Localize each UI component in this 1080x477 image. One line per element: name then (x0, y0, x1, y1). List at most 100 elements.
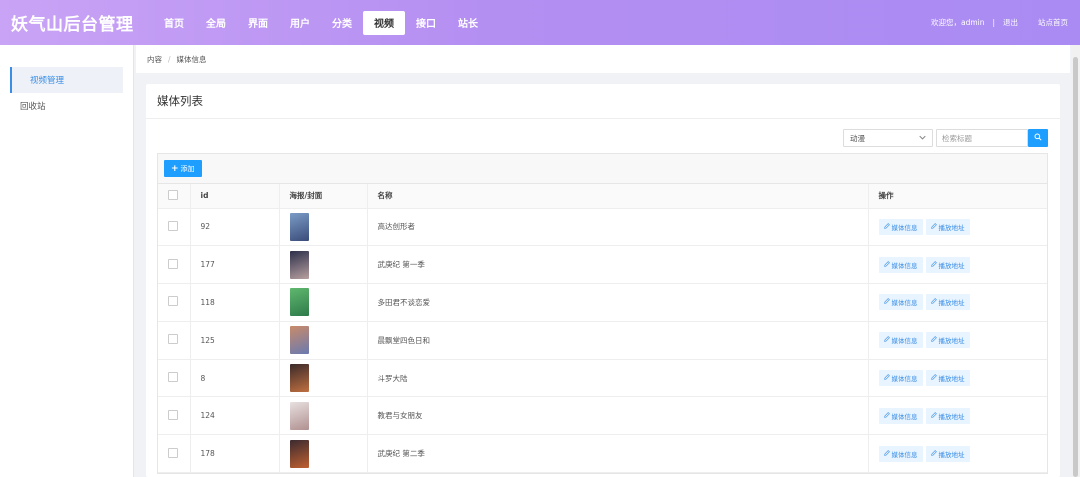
top-nav: 首页 全局 界面 用户 分类 视频 接口 站长 (153, 10, 489, 35)
row-checkbox[interactable] (168, 409, 178, 420)
row-actions: 媒体信息 播放地址 (868, 283, 1047, 322)
row-name: 武庚纪 第一季 (367, 245, 869, 285)
edit-pen-icon (883, 223, 890, 231)
media-table: id 海报/封面 名称 操作 92 高达创形者 媒体信息 播放地址 177 武庚纪 第一季… (158, 184, 1047, 474)
edit-pen-icon (930, 260, 937, 269)
row-poster-cell (279, 359, 368, 398)
nav-item-video[interactable]: 视频 (363, 10, 405, 35)
row-poster-cell (279, 245, 368, 285)
poster-thumbnail[interactable] (289, 288, 309, 317)
nav-item-home[interactable]: 首页 (153, 11, 195, 35)
play-url-button[interactable]: 播放地址 (925, 294, 970, 311)
row-checkbox[interactable] (168, 334, 178, 345)
poster-thumbnail[interactable] (289, 326, 309, 355)
poster-thumbnail[interactable] (289, 364, 309, 393)
media-info-label: 媒体信息 (891, 412, 918, 421)
media-info-label: 媒体信息 (891, 261, 918, 270)
row-id: 8 (190, 359, 280, 398)
edit-pen-icon (930, 298, 937, 306)
table-toolbar: + 添加 (158, 154, 1047, 184)
nav-item-interface[interactable]: 界面 (237, 11, 279, 35)
row-checkbox[interactable] (168, 296, 178, 307)
row-name: 武庚纪 第二季 (367, 434, 869, 474)
nav-item-api[interactable]: 接口 (405, 11, 447, 35)
header-poster: 海报/封面 (279, 184, 368, 209)
row-poster-cell (279, 396, 368, 436)
row-name: 多田君不谈恋爱 (367, 283, 869, 322)
edit-pen-icon (930, 449, 937, 458)
table-row: 8 斗罗大陆 媒体信息 播放地址 (158, 359, 1047, 398)
play-url-button[interactable]: 播放地址 (925, 407, 970, 424)
play-url-button[interactable]: 播放地址 (925, 256, 970, 273)
nav-item-category[interactable]: 分类 (321, 11, 363, 35)
media-info-button[interactable]: 媒体信息 (878, 445, 923, 462)
row-checkbox[interactable] (168, 447, 178, 458)
row-select-cell (158, 208, 191, 247)
search-button[interactable] (1028, 129, 1048, 147)
row-poster-cell (279, 434, 368, 474)
row-select-cell (158, 245, 191, 285)
category-select-value: 动漫 (850, 133, 865, 143)
row-name: 斗罗大陆 (367, 359, 869, 398)
header-id: id (190, 184, 280, 209)
media-info-button[interactable]: 媒体信息 (878, 218, 923, 235)
media-info-label: 媒体信息 (891, 223, 918, 232)
media-info-button[interactable]: 媒体信息 (878, 370, 923, 387)
media-info-button[interactable]: 媒体信息 (878, 407, 923, 424)
media-info-button[interactable]: 媒体信息 (878, 294, 923, 311)
row-select-cell (158, 283, 191, 322)
row-checkbox[interactable] (168, 220, 178, 231)
row-actions: 媒体信息 播放地址 (868, 396, 1047, 436)
header-name: 名称 (367, 184, 869, 209)
row-checkbox[interactable] (168, 372, 178, 383)
site-home-link[interactable]: 站点首页 (1038, 17, 1068, 28)
sidebar-item-recycle-bin[interactable]: 回收站 (0, 93, 133, 119)
category-select[interactable]: 动漫 (843, 129, 933, 147)
page-scrollbar[interactable] (1071, 45, 1080, 477)
breadcrumb-item-media-info: 媒体信息 (176, 54, 207, 64)
separator: | (992, 18, 995, 27)
filter-row: 动漫 (146, 129, 1060, 149)
scrollbar-thumb[interactable] (1073, 57, 1078, 477)
table-row: 177 武庚纪 第一季 媒体信息 播放地址 (158, 245, 1047, 285)
edit-pen-icon (930, 374, 937, 382)
nav-item-users[interactable]: 用户 (279, 11, 321, 35)
header-select-all (158, 184, 191, 209)
row-actions: 媒体信息 播放地址 (868, 359, 1047, 398)
media-info-button[interactable]: 媒体信息 (878, 256, 923, 273)
media-list-panel: 媒体列表 动漫 + 添加 (146, 84, 1060, 477)
play-url-button[interactable]: 播放地址 (925, 445, 970, 462)
nav-item-global[interactable]: 全局 (195, 11, 237, 35)
sidebar-item-video-management[interactable]: 视频管理 (10, 67, 123, 93)
media-info-label: 媒体信息 (891, 450, 918, 459)
add-button-label: 添加 (180, 164, 195, 173)
row-checkbox[interactable] (168, 258, 178, 269)
user-area: 欢迎您，admin | 退出 站点首页 (931, 17, 1080, 28)
play-url-button[interactable]: 播放地址 (925, 370, 970, 387)
add-button[interactable]: + 添加 (164, 160, 202, 177)
poster-thumbnail[interactable] (289, 212, 309, 241)
row-name: 教君与女朋友 (367, 396, 869, 436)
poster-thumbnail[interactable] (289, 401, 309, 430)
poster-thumbnail[interactable] (289, 250, 309, 279)
select-all-checkbox[interactable] (168, 189, 178, 200)
nav-item-webmaster[interactable]: 站长 (447, 11, 489, 35)
logout-link[interactable]: 退出 (1003, 17, 1018, 28)
breadcrumb-separator: / (168, 54, 171, 64)
play-url-button[interactable]: 播放地址 (925, 218, 970, 235)
search-input[interactable] (936, 129, 1028, 147)
row-actions: 媒体信息 播放地址 (868, 434, 1047, 474)
play-url-button[interactable]: 播放地址 (925, 332, 970, 349)
edit-pen-icon (930, 223, 937, 231)
poster-thumbnail[interactable] (289, 439, 309, 468)
row-id: 118 (190, 283, 280, 322)
edit-pen-icon (930, 412, 937, 420)
search-icon (1034, 133, 1042, 143)
table-row: 178 武庚纪 第二季 媒体信息 播放地址 (158, 434, 1047, 474)
breadcrumb-item-content[interactable]: 内容 (147, 54, 162, 65)
sidebar-item-label: 回收站 (20, 102, 46, 112)
media-info-label: 媒体信息 (891, 299, 918, 308)
table-header-row: id 海报/封面 名称 操作 (158, 184, 1047, 209)
media-info-button[interactable]: 媒体信息 (878, 332, 923, 349)
row-select-cell (158, 396, 191, 436)
